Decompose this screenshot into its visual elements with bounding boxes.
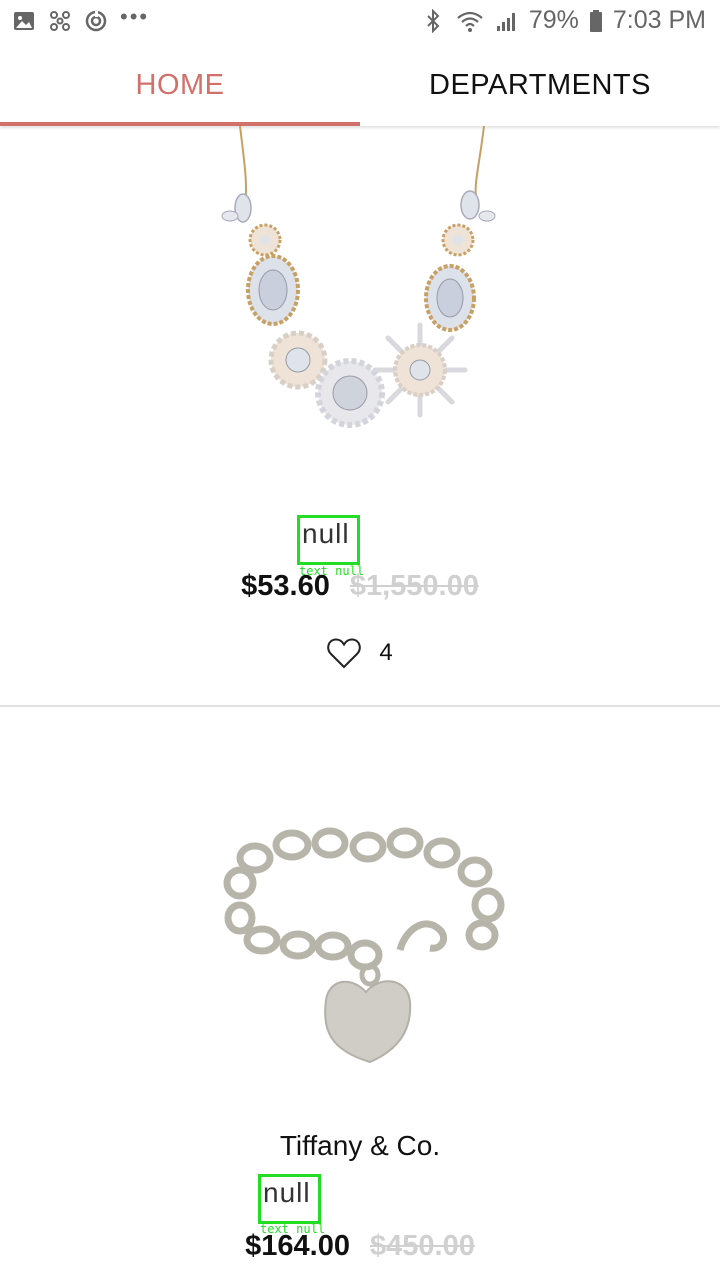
more-notifications-icon: •••	[120, 4, 150, 29]
wifi-icon	[457, 11, 483, 32]
product-subtitle: null	[263, 1177, 311, 1208]
original-price: $450.00	[370, 1230, 475, 1262]
signal-icon	[496, 12, 515, 31]
battery-icon	[589, 9, 602, 32]
sync-icon	[85, 10, 107, 32]
heart-icon[interactable]	[327, 637, 362, 669]
status-bar-left: •••	[12, 4, 149, 34]
status-time: 7:03 PM	[612, 6, 706, 34]
bluetooth-icon	[427, 8, 440, 33]
tab-bar: HOME DEPARTMENTS	[0, 44, 720, 126]
sale-price: $53.60	[241, 570, 330, 602]
price-row: $53.60 $1,550.00	[0, 570, 720, 603]
product-brand: Tiffany & Co.	[279, 1130, 441, 1161]
tab-home[interactable]: HOME	[0, 44, 360, 126]
original-price: $1,550.00	[349, 570, 479, 602]
like-count: 4	[379, 639, 393, 666]
product-subtitle-box: null	[297, 515, 360, 565]
battery-percent: 79%	[528, 6, 579, 34]
product-subtitle: null	[302, 518, 350, 549]
bracelet-image[interactable]	[0, 800, 720, 1100]
product-divider	[0, 705, 720, 707]
status-bar-right: 79% 7:03 PM	[421, 6, 706, 35]
tab-departments[interactable]: DEPARTMENTS	[360, 44, 720, 126]
price-row: $164.00 $450.00	[0, 1230, 720, 1263]
sale-price: $164.00	[245, 1230, 350, 1262]
product-subtitle-box: null	[258, 1174, 321, 1224]
like-row: 4	[0, 637, 720, 669]
necklace-image[interactable]	[0, 126, 720, 506]
status-bar: ••• 79% 7:03 PM	[0, 0, 720, 44]
gallery-icon	[14, 12, 34, 30]
pinwheel-icon	[50, 11, 70, 31]
